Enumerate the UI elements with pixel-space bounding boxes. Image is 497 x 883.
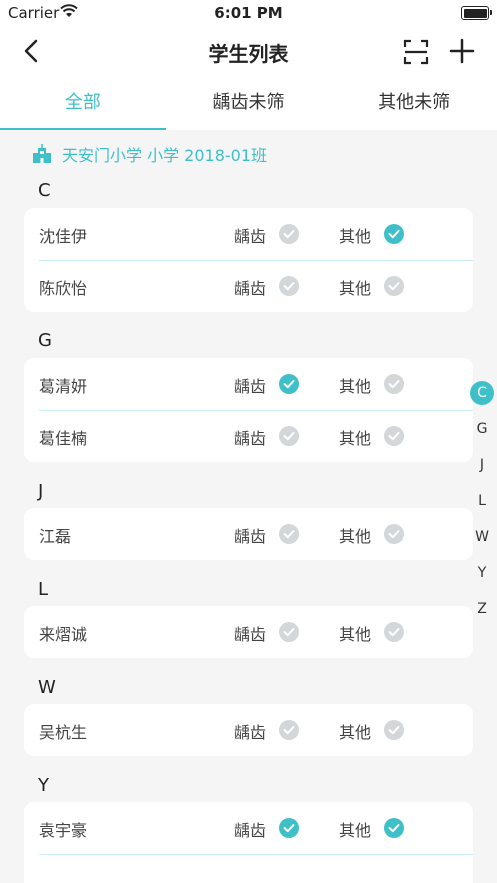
- student-card-j: 江磊 龋齿 其他: [24, 508, 473, 560]
- student-row[interactable]: 葛佳楠 龋齿 其他: [24, 410, 473, 462]
- section-header-y: Y: [38, 775, 49, 796]
- school-class-name: 天安门小学 小学 2018-01班: [62, 146, 268, 165]
- student-card-l: 来熠诚 龋齿 其他: [24, 606, 473, 658]
- scan-icon[interactable]: [402, 38, 430, 66]
- student-name: 江磊: [39, 527, 72, 546]
- section-header-l: L: [38, 579, 49, 600]
- other-check-icon[interactable]: [384, 276, 404, 296]
- other-check-icon[interactable]: [384, 374, 404, 394]
- caries-check-icon[interactable]: [279, 224, 299, 244]
- student-name: 袁宇豪: [39, 821, 88, 840]
- caries-label: 龋齿: [234, 625, 267, 644]
- student-card-g: 葛清妍 龋齿 其他 葛佳楠 龋齿 其他: [24, 358, 473, 462]
- student-name: 沈佳伊: [39, 227, 88, 246]
- school-building-icon: [33, 144, 51, 163]
- other-label: 其他: [339, 279, 372, 298]
- student-row[interactable]: 陈欣怡 龋齿 其他: [24, 260, 473, 312]
- add-icon[interactable]: [448, 37, 476, 65]
- other-label: 其他: [339, 527, 372, 546]
- nav-bar: 学生列表: [0, 26, 497, 78]
- student-row[interactable]: 江磊 龋齿 其他: [24, 508, 473, 560]
- caries-check-icon[interactable]: [279, 818, 299, 838]
- other-label: 其他: [339, 821, 372, 840]
- other-check-icon[interactable]: [384, 818, 404, 838]
- section-header-w: W: [38, 677, 56, 698]
- caries-label: 龋齿: [234, 377, 267, 396]
- caries-label: 龋齿: [234, 279, 267, 298]
- other-check-icon[interactable]: [384, 720, 404, 740]
- caries-check-icon[interactable]: [279, 524, 299, 544]
- student-card-y: 袁宇豪 龋齿 其他: [24, 802, 473, 883]
- index-letter-l[interactable]: L: [470, 488, 494, 524]
- filter-tabs: 全部 龋齿未筛 其他未筛: [0, 78, 497, 130]
- battery-icon: [461, 6, 492, 20]
- index-letter-j[interactable]: J: [470, 452, 494, 488]
- other-check-icon[interactable]: [384, 426, 404, 446]
- caries-label: 龋齿: [234, 227, 267, 246]
- student-name: 葛清妍: [39, 377, 88, 396]
- other-label: 其他: [339, 625, 372, 644]
- tab-caries-unscreened[interactable]: 龋齿未筛: [166, 78, 332, 130]
- caries-check-icon[interactable]: [279, 720, 299, 740]
- other-label: 其他: [339, 723, 372, 742]
- other-label: 其他: [339, 429, 372, 448]
- student-card-c: 沈佳伊 龋齿 其他 陈欣怡 龋齿 其他: [24, 208, 473, 312]
- other-label: 其他: [339, 377, 372, 396]
- caries-check-icon[interactable]: [279, 276, 299, 296]
- student-name: 陈欣怡: [39, 279, 88, 298]
- section-header-g: G: [38, 330, 52, 351]
- tab-all[interactable]: 全部: [0, 78, 166, 130]
- student-row[interactable]: 来熠诚 龋齿 其他: [24, 606, 473, 658]
- caries-check-icon[interactable]: [279, 374, 299, 394]
- other-label: 其他: [339, 227, 372, 246]
- other-check-icon[interactable]: [384, 622, 404, 642]
- other-check-icon[interactable]: [384, 224, 404, 244]
- student-row[interactable]: 葛清妍 龋齿 其他: [24, 358, 473, 410]
- student-name: 吴杭生: [39, 723, 88, 742]
- school-class-label: 天安门小学 小学 2018-01班: [32, 142, 267, 166]
- status-bar: Carrier 6:01 PM: [0, 0, 497, 26]
- index-letter-y[interactable]: Y: [470, 560, 494, 596]
- student-row[interactable]: 沈佳伊 龋齿 其他: [24, 208, 473, 260]
- student-name: 葛佳楠: [39, 429, 88, 448]
- caries-label: 龋齿: [234, 821, 267, 840]
- section-header-c: C: [38, 180, 51, 201]
- other-check-icon[interactable]: [384, 524, 404, 544]
- caries-label: 龋齿: [234, 429, 267, 448]
- section-header-j: J: [38, 481, 44, 502]
- caries-check-icon[interactable]: [279, 622, 299, 642]
- caries-label: 龋齿: [234, 527, 267, 546]
- status-time: 6:01 PM: [214, 4, 283, 22]
- student-card-w: 吴杭生 龋齿 其他: [24, 704, 473, 756]
- index-letter-w[interactable]: W: [470, 524, 494, 560]
- caries-check-icon[interactable]: [279, 426, 299, 446]
- index-letter-c[interactable]: C: [470, 380, 494, 416]
- student-row[interactable]: 吴杭生 龋齿 其他: [24, 704, 473, 756]
- tab-other-unscreened[interactable]: 其他未筛: [331, 78, 497, 130]
- caries-label: 龋齿: [234, 723, 267, 742]
- student-row-partial[interactable]: [24, 854, 473, 883]
- student-row[interactable]: 袁宇豪 龋齿 其他: [24, 802, 473, 854]
- back-arrow-icon[interactable]: [18, 36, 48, 66]
- student-name: 来熠诚: [39, 625, 88, 644]
- alphabet-index-bar: C G J L W Y Z: [470, 380, 494, 632]
- index-letter-g[interactable]: G: [470, 416, 494, 452]
- index-letter-z[interactable]: Z: [470, 596, 494, 632]
